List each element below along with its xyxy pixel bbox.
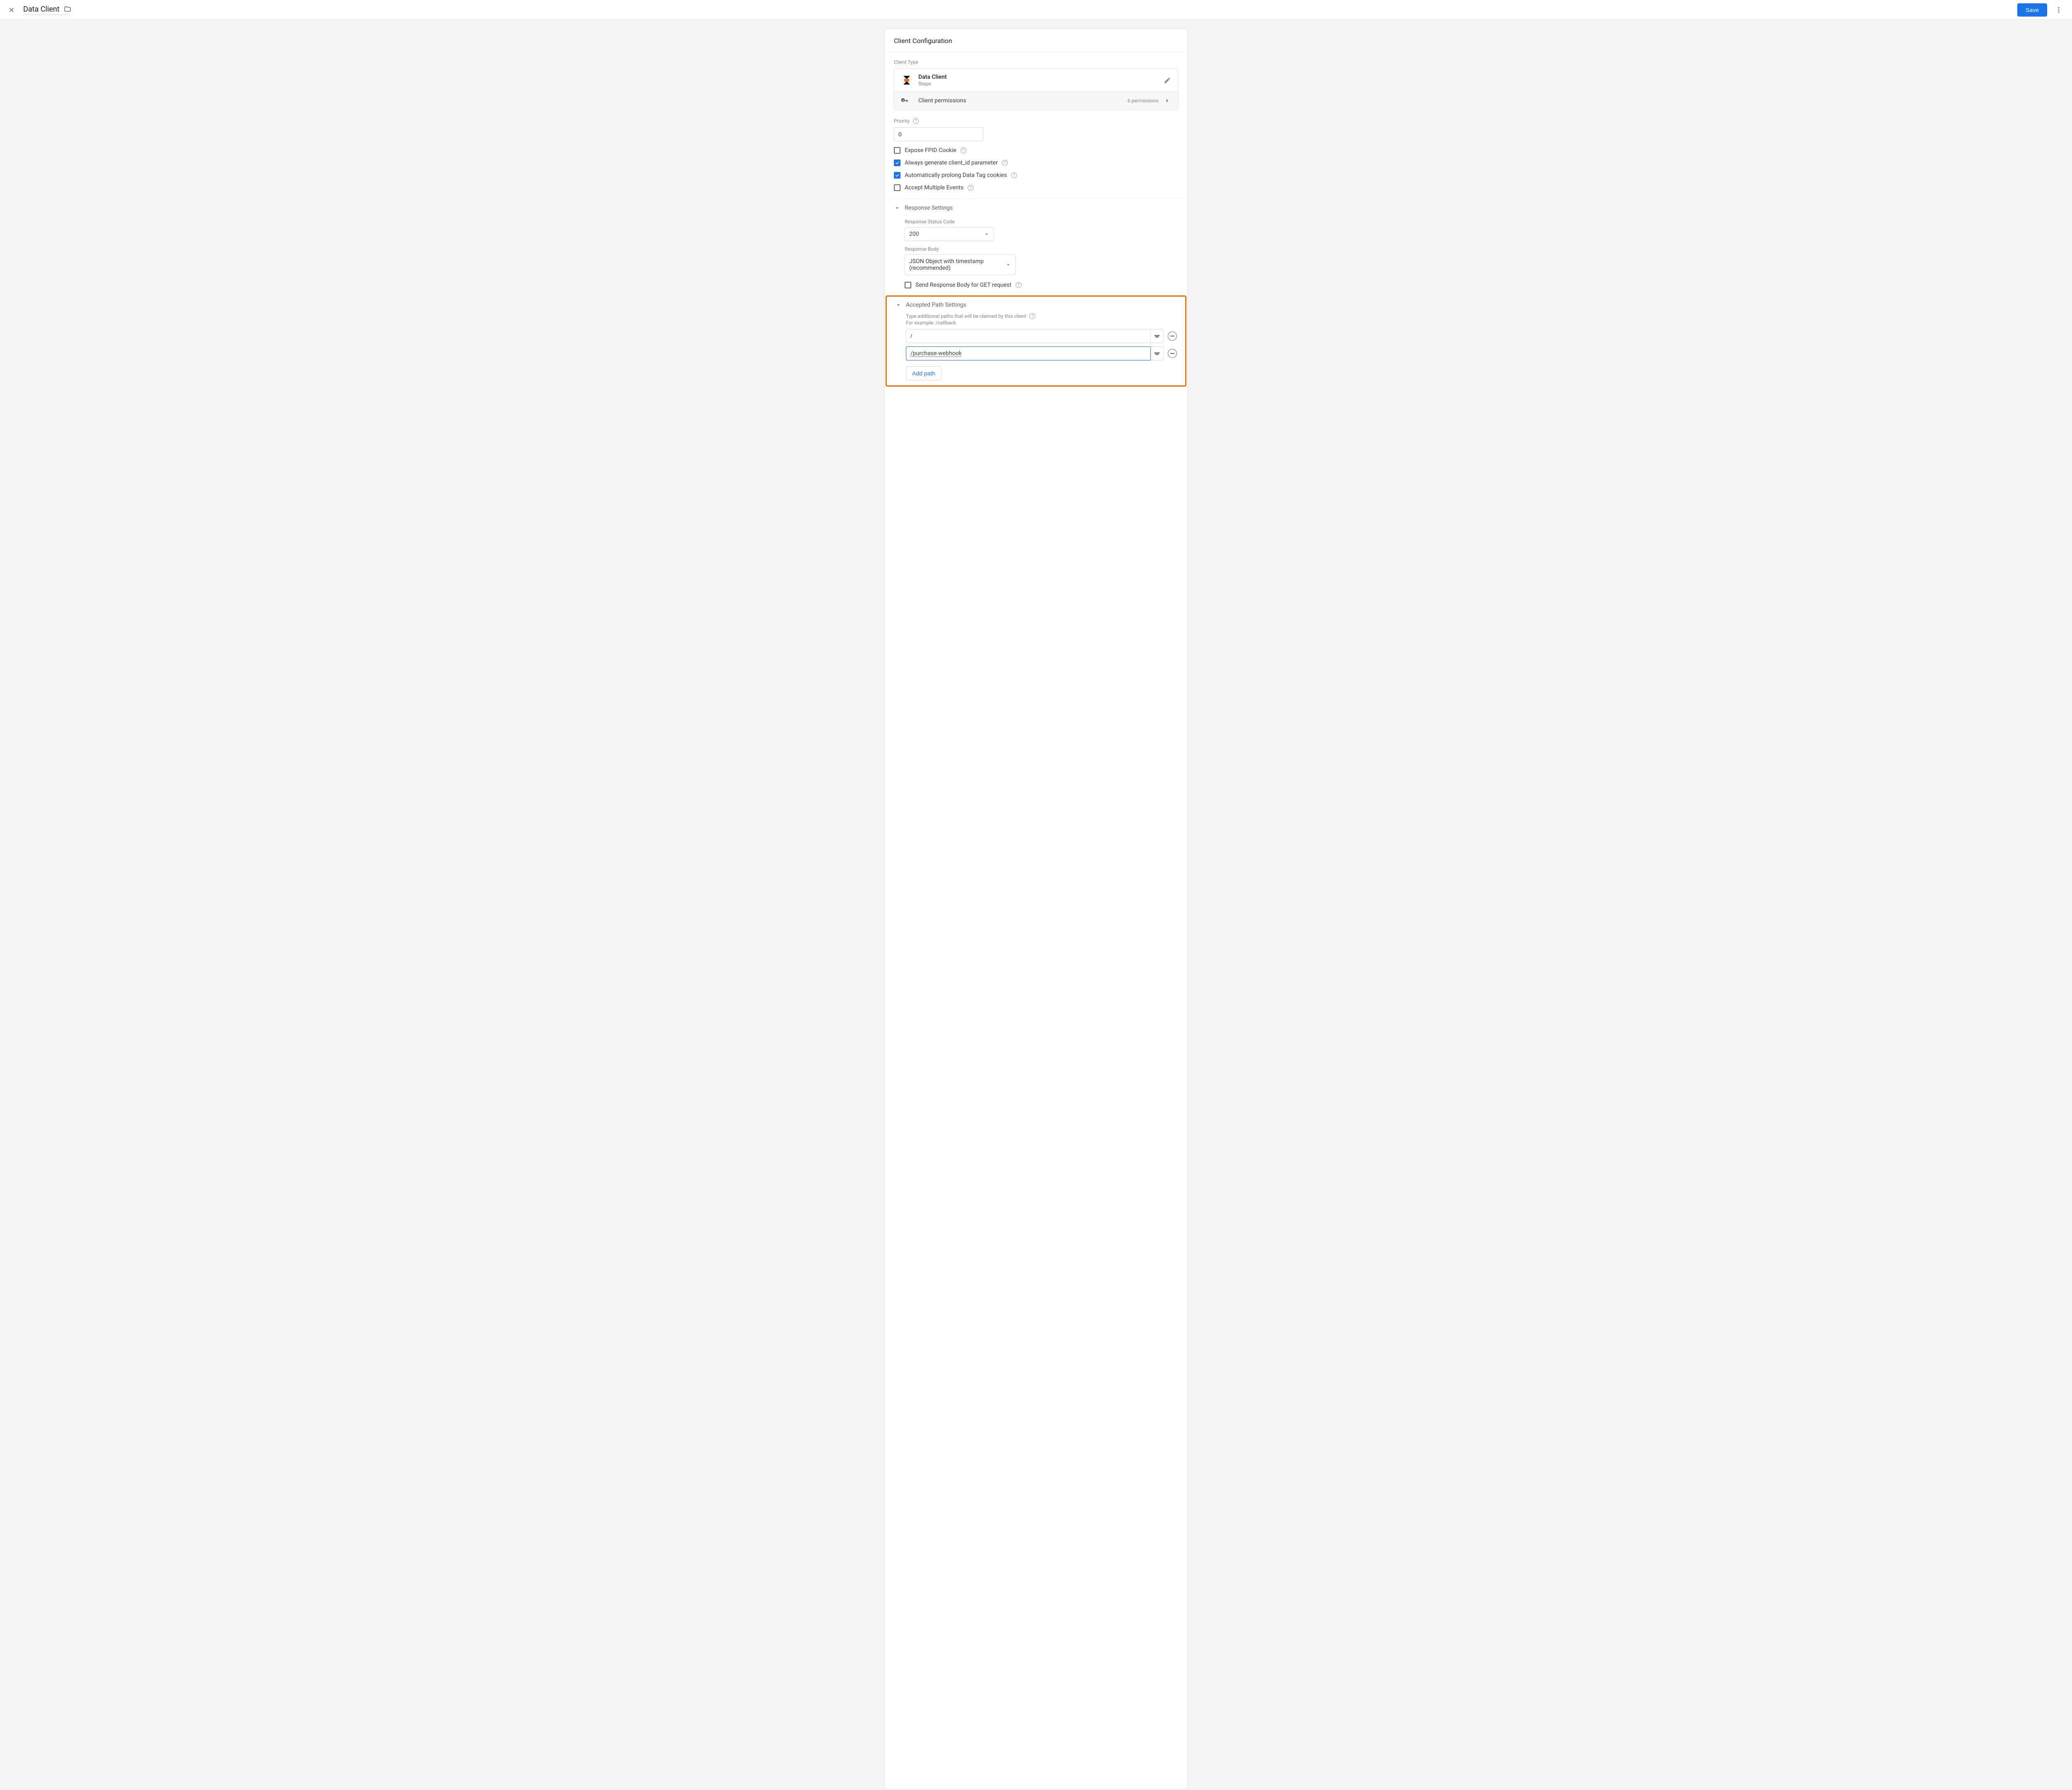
pencil-icon[interactable] (1164, 77, 1171, 84)
priority-input[interactable] (894, 127, 983, 141)
path-input-value: /purchase-webhook (910, 350, 962, 357)
checkbox-label: Expose FPID Cookie (905, 147, 956, 154)
close-button[interactable] (7, 5, 17, 15)
variable-icon (1154, 333, 1160, 339)
checkbox-label: Accept Multiple Events (905, 184, 963, 191)
paths-example-text: For example: /callback (906, 320, 1177, 326)
select-value: 200 (909, 231, 919, 237)
paths-help-text: Type additional paths that will be claim… (906, 313, 1026, 319)
help-icon[interactable]: ? (1029, 313, 1035, 319)
client-permissions-row[interactable]: Client permissions 6 permissions (894, 92, 1178, 109)
more-menu-button[interactable] (2052, 3, 2065, 17)
help-icon[interactable]: ? (961, 148, 966, 153)
client-type-row[interactable]: Data Client Stape (894, 69, 1178, 92)
checkbox-icon[interactable] (894, 172, 900, 179)
path-row: /purchase-webhook (906, 346, 1177, 360)
configuration-card: Client Configuration Client Type Data Cl… (884, 28, 1188, 1790)
permissions-count: 6 permissions (1128, 98, 1159, 104)
card-header: Client Configuration (885, 29, 1187, 52)
checkbox-label: Automatically prolong Data Tag cookies (905, 172, 1007, 179)
topbar: Data Client Save (0, 0, 2072, 20)
checkbox-expose-fpid[interactable]: Expose FPID Cookie ? (894, 147, 1178, 154)
remove-path-button[interactable] (1168, 349, 1177, 358)
add-path-button[interactable]: Add path (906, 366, 942, 380)
select-value: JSON Object with timestamp (recommended) (909, 258, 1005, 271)
checkbox-accept-multiple[interactable]: Accept Multiple Events ? (894, 184, 1178, 191)
dropdown-icon (1005, 262, 1011, 268)
priority-label: Priority (894, 118, 910, 124)
variable-button[interactable] (1150, 329, 1164, 343)
help-icon[interactable]: ? (1016, 282, 1021, 288)
help-icon[interactable]: ? (913, 118, 919, 124)
dropdown-icon (984, 231, 990, 237)
response-settings-title: Response Settings (905, 205, 953, 211)
checkbox-label: Always generate client_id parameter (905, 160, 998, 166)
response-body-select[interactable]: JSON Object with timestamp (recommended) (905, 254, 1016, 275)
status-code-select[interactable]: 200 (905, 227, 994, 241)
variable-icon (1154, 350, 1160, 357)
status-code-label: Response Status Code (905, 219, 1178, 225)
more-vert-icon (2055, 6, 2062, 14)
checkbox-icon[interactable] (894, 184, 900, 191)
save-button[interactable]: Save (2017, 3, 2047, 17)
title-group[interactable]: Data Client (23, 5, 71, 15)
checkbox-icon[interactable] (894, 160, 900, 166)
client-type-label: Client Type (894, 59, 1178, 65)
page-title: Data Client (23, 5, 60, 14)
accepted-paths-header[interactable]: Accepted Path Settings (895, 300, 1177, 311)
client-name: Data Client (918, 74, 947, 80)
variable-button[interactable] (1150, 346, 1164, 360)
accepted-paths-section: Accepted Path Settings Type additional p… (886, 295, 1186, 387)
chevron-down-icon (895, 302, 902, 308)
response-settings-header[interactable]: Response Settings (894, 199, 1178, 214)
permissions-label: Client permissions (918, 97, 966, 104)
checkbox-send-body-get[interactable]: Send Response Body for GET request ? (905, 282, 1178, 288)
path-row (906, 329, 1177, 343)
checkbox-icon[interactable] (894, 147, 900, 154)
checkbox-prolong-cookies[interactable]: Automatically prolong Data Tag cookies ? (894, 172, 1178, 179)
content-area: Client Configuration Client Type Data Cl… (0, 20, 2072, 1790)
minus-icon (1170, 353, 1174, 354)
checkbox-icon[interactable] (905, 282, 911, 288)
response-body-label: Response Body (905, 246, 1178, 252)
remove-path-button[interactable] (1168, 331, 1177, 341)
help-icon[interactable]: ? (1011, 172, 1017, 178)
chevron-right-icon (1164, 97, 1171, 104)
key-icon (901, 97, 913, 104)
stape-logo-icon (901, 75, 913, 86)
path-input-focused[interactable]: /purchase-webhook (906, 346, 1150, 360)
accepted-paths-title: Accepted Path Settings (906, 302, 966, 308)
client-vendor: Stape (918, 81, 947, 87)
help-icon[interactable]: ? (968, 185, 973, 191)
close-icon (8, 6, 15, 14)
chevron-down-icon (894, 205, 900, 211)
help-icon[interactable]: ? (1002, 160, 1008, 166)
checkbox-generate-client-id[interactable]: Always generate client_id parameter ? (894, 160, 1178, 166)
path-input[interactable] (906, 329, 1150, 343)
folder-icon (64, 5, 71, 13)
checkbox-label: Send Response Body for GET request (915, 282, 1012, 288)
client-type-box: Data Client Stape Client permissions 6 p… (894, 68, 1178, 110)
